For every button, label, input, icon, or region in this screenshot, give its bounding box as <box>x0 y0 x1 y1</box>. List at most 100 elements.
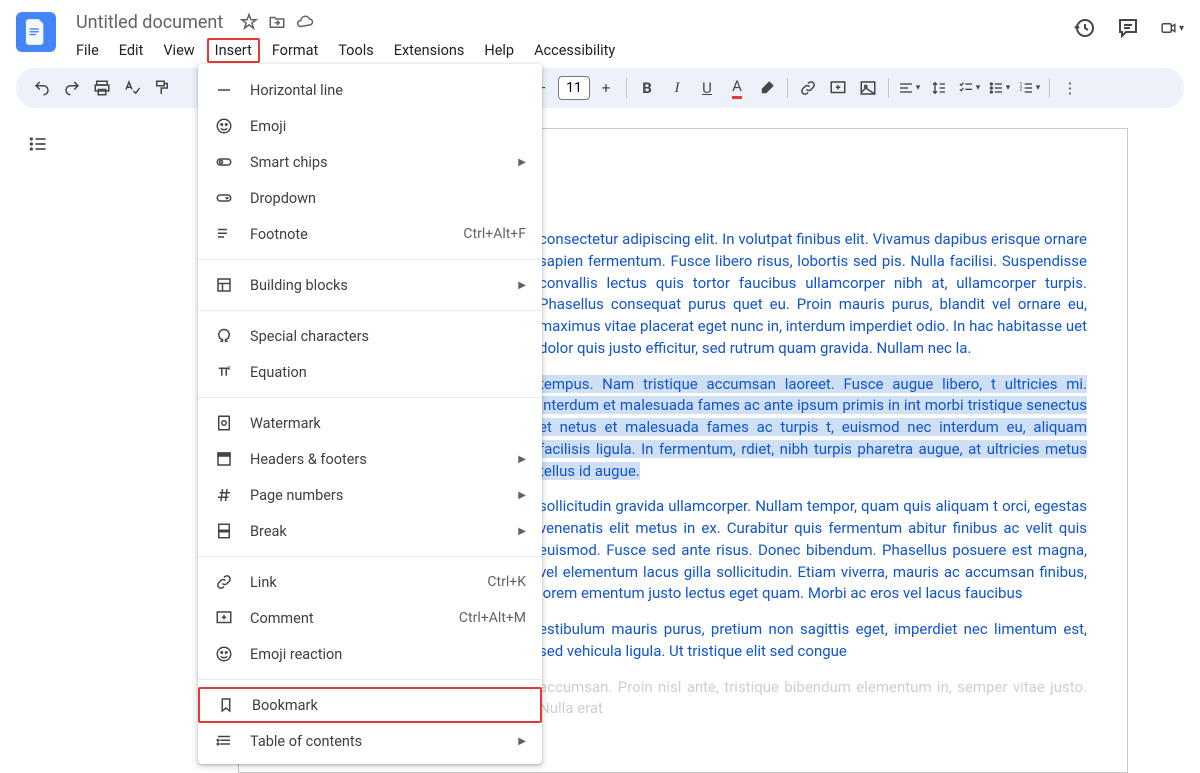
insert-comment[interactable]: CommentCtrl+Alt+M <box>198 600 542 636</box>
menu-item-label: Emoji reaction <box>250 646 526 663</box>
menu-item-label: Comment <box>250 610 459 627</box>
insert-headers-footers[interactable]: Headers & footers▶ <box>198 441 542 477</box>
print-button[interactable] <box>88 74 116 102</box>
menu-item-label: Equation <box>250 364 526 381</box>
menu-help[interactable]: Help <box>476 38 522 63</box>
highlight-button[interactable] <box>753 74 781 102</box>
more-button[interactable]: ⋮ <box>1056 74 1084 102</box>
menu-edit[interactable]: Edit <box>111 38 152 63</box>
menu-format[interactable]: Format <box>264 38 326 63</box>
chip-icon <box>214 152 234 172</box>
text-color-button[interactable]: A <box>723 74 751 102</box>
menu-item-label: Dropdown <box>250 190 526 207</box>
toc-icon <box>214 731 234 751</box>
insert-smart-chips[interactable]: Smart chips▶ <box>198 144 542 180</box>
menu-accessibility[interactable]: Accessibility <box>526 38 623 63</box>
insert-emoji[interactable]: Emoji <box>198 108 542 144</box>
menu-extensions[interactable]: Extensions <box>386 38 473 63</box>
insert-special-characters[interactable]: Special characters <box>198 318 542 354</box>
underline-button[interactable]: U <box>693 74 721 102</box>
font-size-plus[interactable]: + <box>592 74 620 102</box>
outline-toggle[interactable] <box>24 130 52 158</box>
cloud-icon[interactable] <box>295 12 315 32</box>
insert-bookmark[interactable]: Bookmark <box>198 687 542 723</box>
insert-watermark[interactable]: Watermark <box>198 405 542 441</box>
menu-insert[interactable]: Insert <box>207 38 260 63</box>
bold-button[interactable]: B <box>633 74 661 102</box>
insert-comment-button[interactable] <box>824 74 852 102</box>
hash-icon <box>214 485 234 505</box>
bulleted-list-button[interactable]: ▾ <box>985 74 1013 102</box>
insert-emoji-reaction[interactable]: Emoji reaction <box>198 636 542 672</box>
italic-button[interactable]: I <box>663 74 691 102</box>
menu-view[interactable]: View <box>155 38 202 63</box>
comment-icon <box>214 608 234 628</box>
insert-dropdown[interactable]: Dropdown <box>198 180 542 216</box>
menu-item-label: Table of contents <box>250 733 518 750</box>
paragraph[interactable]: estibulum mauris purus, pretium non sagi… <box>539 619 1087 663</box>
insert-menu-dropdown: Horizontal lineEmojiSmart chips▶Dropdown… <box>198 64 542 764</box>
footnote-icon <box>214 224 234 244</box>
insert-footnote[interactable]: FootnoteCtrl+Alt+F <box>198 216 542 252</box>
emoji-icon <box>214 644 234 664</box>
svg-text:2: 2 <box>228 366 231 372</box>
menu-item-label: Horizontal line <box>250 82 526 99</box>
comments-icon[interactable] <box>1116 16 1140 40</box>
meet-icon[interactable]: ▾ <box>1160 16 1184 40</box>
submenu-arrow-icon: ▶ <box>518 526 526 537</box>
menu-item-label: Footnote <box>250 226 463 243</box>
submenu-arrow-icon: ▶ <box>518 157 526 168</box>
menu-item-label: Special characters <box>250 328 526 345</box>
line-spacing-button[interactable] <box>925 74 953 102</box>
insert-break[interactable]: Break▶ <box>198 513 542 549</box>
paragraph[interactable]: sollicitudin gravida ullamcorper. Nullam… <box>539 496 1087 605</box>
dropdown-icon <box>214 188 234 208</box>
insert-horizontal-line[interactable]: Horizontal line <box>198 72 542 108</box>
paragraph[interactable]: consectetur adipiscing elit. In volutpat… <box>539 229 1087 360</box>
insert-table-of-contents[interactable]: Table of contents▶ <box>198 723 542 759</box>
menu-item-label: Emoji <box>250 118 526 135</box>
font-size-input[interactable] <box>558 76 590 100</box>
docs-logo[interactable] <box>16 12 56 52</box>
paragraph[interactable]: tempus. Nam tristique accumsan laoreet. … <box>539 374 1087 483</box>
insert-building-blocks[interactable]: Building blocks▶ <box>198 267 542 303</box>
menu-item-label: Page numbers <box>250 487 518 504</box>
move-icon[interactable] <box>267 12 287 32</box>
insert-page-numbers[interactable]: Page numbers▶ <box>198 477 542 513</box>
doc-title[interactable]: Untitled document <box>68 10 231 35</box>
star-icon[interactable] <box>239 12 259 32</box>
menu-item-label: Break <box>250 523 518 540</box>
spellcheck-button[interactable] <box>118 74 146 102</box>
submenu-arrow-icon: ▶ <box>518 454 526 465</box>
menu-item-label: Link <box>250 574 487 591</box>
numbered-list-button[interactable]: 12▾ <box>1015 74 1043 102</box>
bookmark-icon <box>216 695 236 715</box>
history-icon[interactable] <box>1072 16 1096 40</box>
paragraph[interactable]: accumsan. Proin nisl ante, tristique bib… <box>539 677 1087 721</box>
submenu-arrow-icon: ▶ <box>518 280 526 291</box>
svg-text:2: 2 <box>1019 87 1022 93</box>
watermark-icon <box>214 413 234 433</box>
insert-image-button[interactable] <box>854 74 882 102</box>
link-icon <box>214 572 234 592</box>
hline-icon <box>214 80 234 100</box>
submenu-arrow-icon: ▶ <box>518 490 526 501</box>
toolbar: − + B I U A ▾ ▾ ▾ 12▾ ⋮ <box>16 68 1184 108</box>
menu-item-label: Bookmark <box>252 697 524 714</box>
paint-format-button[interactable] <box>148 74 176 102</box>
insert-link-button[interactable] <box>794 74 822 102</box>
emoji-icon <box>214 116 234 136</box>
menu-tools[interactable]: Tools <box>330 38 382 63</box>
menu-item-label: Smart chips <box>250 154 518 171</box>
undo-button[interactable] <box>28 74 56 102</box>
headers-icon <box>214 449 234 469</box>
blocks-icon <box>214 275 234 295</box>
menu-file[interactable]: File <box>68 38 107 63</box>
submenu-arrow-icon: ▶ <box>518 736 526 747</box>
menu-item-label: Building blocks <box>250 277 518 294</box>
insert-link[interactable]: LinkCtrl+K <box>198 564 542 600</box>
redo-button[interactable] <box>58 74 86 102</box>
checklist-button[interactable]: ▾ <box>955 74 983 102</box>
insert-equation[interactable]: 2 Equation <box>198 354 542 390</box>
align-button[interactable]: ▾ <box>895 74 923 102</box>
